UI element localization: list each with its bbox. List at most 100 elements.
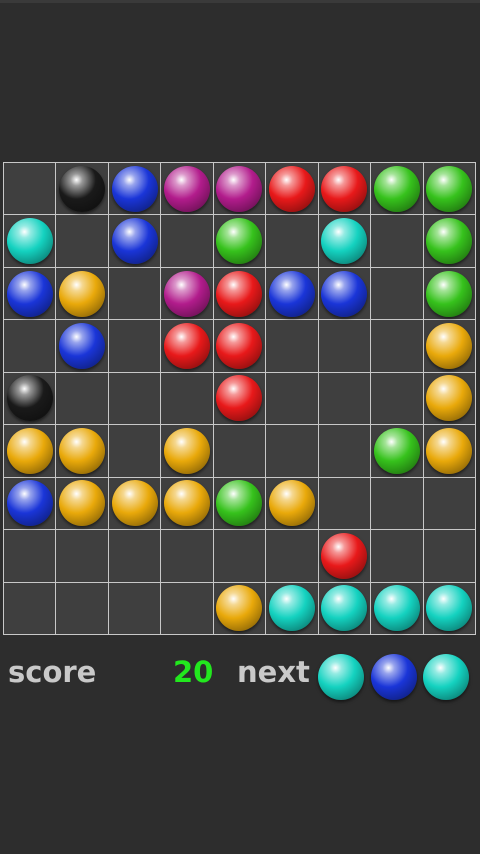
board-cell[interactable] xyxy=(371,372,423,425)
yellow-ball[interactable] xyxy=(216,585,263,632)
red-ball[interactable] xyxy=(321,165,368,212)
board-cell[interactable] xyxy=(108,320,161,372)
board-cell[interactable] xyxy=(266,372,318,425)
blue-ball[interactable] xyxy=(321,270,368,317)
board-cell[interactable] xyxy=(161,267,213,320)
board-cell[interactable] xyxy=(4,530,56,582)
cyan-ball[interactable] xyxy=(321,585,368,632)
board-cell[interactable] xyxy=(266,477,318,530)
board-cell[interactable] xyxy=(371,163,423,215)
red-ball[interactable] xyxy=(268,165,315,212)
board-cell[interactable] xyxy=(4,215,56,267)
board-cell[interactable] xyxy=(161,320,213,372)
board-cell[interactable] xyxy=(318,425,371,477)
board-cell[interactable] xyxy=(266,163,318,215)
green-ball[interactable] xyxy=(216,480,263,527)
board-cell[interactable] xyxy=(4,163,56,215)
board-cell[interactable] xyxy=(4,582,56,634)
board-cell[interactable] xyxy=(213,582,266,634)
board-cell[interactable] xyxy=(161,477,213,530)
cyan-ball[interactable] xyxy=(426,585,473,632)
cyan-ball[interactable] xyxy=(268,585,315,632)
board-cell[interactable] xyxy=(161,163,213,215)
board-cell[interactable] xyxy=(161,530,213,582)
board-cell[interactable] xyxy=(318,163,371,215)
board-cell[interactable] xyxy=(266,582,318,634)
board-cell[interactable] xyxy=(108,215,161,267)
board-cell[interactable] xyxy=(266,425,318,477)
yellow-ball[interactable] xyxy=(426,323,473,370)
board-cell[interactable] xyxy=(318,267,371,320)
yellow-ball[interactable] xyxy=(59,427,106,474)
board-cell[interactable] xyxy=(4,372,56,425)
board-cell[interactable] xyxy=(423,215,475,267)
green-ball[interactable] xyxy=(216,218,263,265)
board-cell[interactable] xyxy=(213,215,266,267)
yellow-ball[interactable] xyxy=(59,480,106,527)
green-ball[interactable] xyxy=(373,427,420,474)
board-cell[interactable] xyxy=(213,425,266,477)
cyan-ball[interactable] xyxy=(6,218,53,265)
board-cell[interactable] xyxy=(423,582,475,634)
board-cell[interactable] xyxy=(56,582,108,634)
board-cell[interactable] xyxy=(423,163,475,215)
board-cell[interactable] xyxy=(213,163,266,215)
magenta-ball[interactable] xyxy=(164,270,211,317)
board-cell[interactable] xyxy=(371,320,423,372)
board-cell[interactable] xyxy=(56,215,108,267)
cyan-ball[interactable] xyxy=(373,585,420,632)
board-cell[interactable] xyxy=(108,582,161,634)
board-cell[interactable] xyxy=(161,215,213,267)
board-cell[interactable] xyxy=(161,425,213,477)
board-cell[interactable] xyxy=(213,530,266,582)
board-cell[interactable] xyxy=(266,320,318,372)
magenta-ball[interactable] xyxy=(164,165,211,212)
board-cell[interactable] xyxy=(108,267,161,320)
yellow-ball[interactable] xyxy=(426,427,473,474)
red-ball[interactable] xyxy=(216,323,263,370)
green-ball[interactable] xyxy=(373,165,420,212)
board-cell[interactable] xyxy=(423,425,475,477)
board-cell[interactable] xyxy=(266,215,318,267)
yellow-ball[interactable] xyxy=(164,427,211,474)
yellow-ball[interactable] xyxy=(268,480,315,527)
yellow-ball[interactable] xyxy=(6,427,53,474)
magenta-ball[interactable] xyxy=(216,165,263,212)
board-cell[interactable] xyxy=(371,477,423,530)
board-cell[interactable] xyxy=(318,215,371,267)
black-ball[interactable] xyxy=(6,375,53,422)
board-cell[interactable] xyxy=(371,425,423,477)
red-ball[interactable] xyxy=(216,270,263,317)
green-ball[interactable] xyxy=(426,270,473,317)
board-cell[interactable] xyxy=(423,477,475,530)
blue-ball[interactable] xyxy=(111,218,158,265)
blue-ball[interactable] xyxy=(59,323,106,370)
blue-ball[interactable] xyxy=(6,480,53,527)
board-cell[interactable] xyxy=(56,320,108,372)
board-cell[interactable] xyxy=(213,320,266,372)
board-cell[interactable] xyxy=(56,267,108,320)
board-cell[interactable] xyxy=(56,372,108,425)
board-cell[interactable] xyxy=(318,320,371,372)
board-cell[interactable] xyxy=(371,530,423,582)
board-cell[interactable] xyxy=(266,530,318,582)
green-ball[interactable] xyxy=(426,165,473,212)
board-cell[interactable] xyxy=(266,267,318,320)
board-cell[interactable] xyxy=(371,582,423,634)
board-cell[interactable] xyxy=(423,372,475,425)
yellow-ball[interactable] xyxy=(164,480,211,527)
board-cell[interactable] xyxy=(318,372,371,425)
board-cell[interactable] xyxy=(4,267,56,320)
board-cell[interactable] xyxy=(213,267,266,320)
yellow-ball[interactable] xyxy=(59,270,106,317)
board-cell[interactable] xyxy=(161,582,213,634)
board-cell[interactable] xyxy=(108,530,161,582)
black-ball[interactable] xyxy=(59,165,106,212)
board-cell[interactable] xyxy=(318,477,371,530)
cyan-ball[interactable] xyxy=(321,218,368,265)
board-cell[interactable] xyxy=(371,267,423,320)
board-cell[interactable] xyxy=(108,477,161,530)
board-cell[interactable] xyxy=(318,530,371,582)
board-cell[interactable] xyxy=(213,477,266,530)
blue-ball[interactable] xyxy=(268,270,315,317)
